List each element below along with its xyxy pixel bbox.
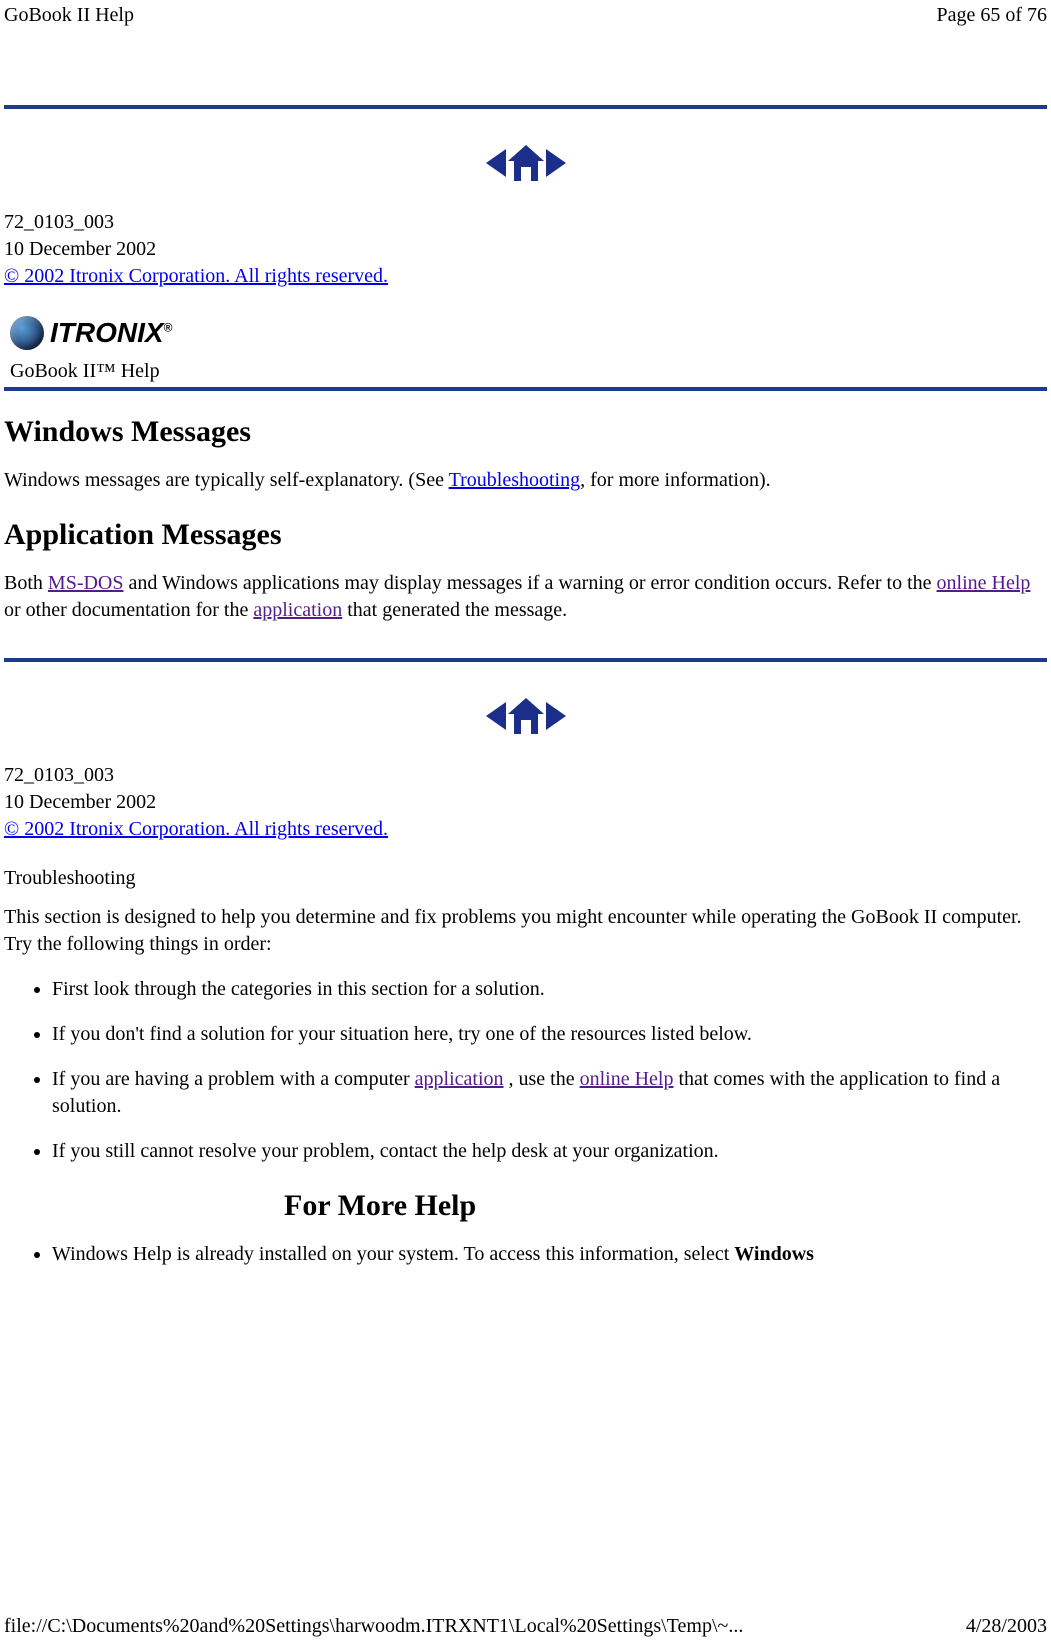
nav-prev-icon[interactable]: [486, 702, 506, 730]
doc-number-2: 72_0103_003: [4, 762, 1047, 789]
page-header: GoBook II Help Page 65 of 76: [0, 0, 1051, 27]
doc-number: 72_0103_003: [4, 209, 1047, 236]
globe-icon: [10, 316, 44, 350]
help-subheading: GoBook II™ Help: [10, 360, 1047, 383]
application-link[interactable]: application: [253, 599, 342, 621]
troubleshooting-intro: This section is designed to help you det…: [4, 904, 1047, 958]
doc-date-2: 10 December 2002: [4, 789, 1047, 816]
doc-meta-block: 72_0103_003 10 December 2002 © 2002 Itro…: [4, 209, 1047, 290]
online-help-link-2[interactable]: online Help: [580, 1068, 674, 1090]
heading-application-messages: Application Messages: [4, 518, 1047, 552]
online-help-link[interactable]: online Help: [937, 572, 1031, 594]
nav-prev-icon[interactable]: [486, 149, 506, 177]
doc-meta-block-2: 72_0103_003 10 December 2002 © 2002 Itro…: [4, 762, 1047, 843]
list-item: If you still cannot resolve your problem…: [52, 1138, 1047, 1165]
header-page-info: Page 65 of 76: [936, 4, 1047, 27]
troubleshooting-link[interactable]: Troubleshooting: [449, 469, 581, 491]
nav-icons-bottom: [4, 694, 1047, 738]
page-footer: file://C:\Documents%20and%20Settings\har…: [4, 1615, 1047, 1638]
application-link-2[interactable]: application: [415, 1068, 504, 1090]
list-item: First look through the categories in thi…: [52, 976, 1047, 1003]
troubleshooting-label: Troubleshooting: [4, 865, 1047, 892]
nav-home-icon[interactable]: [508, 698, 544, 734]
divider: [4, 658, 1047, 662]
heading-for-more-help: For More Help: [284, 1189, 1047, 1223]
windows-messages-paragraph: Windows messages are typically self-expl…: [4, 467, 1047, 494]
brand-logo: ITRONIX®: [4, 316, 1047, 350]
copyright-link[interactable]: © 2002 Itronix Corporation. All rights r…: [4, 265, 388, 287]
heading-windows-messages: Windows Messages: [4, 415, 1047, 449]
nav-home-icon[interactable]: [508, 145, 544, 181]
nav-next-icon[interactable]: [546, 702, 566, 730]
doc-date: 10 December 2002: [4, 236, 1047, 263]
nav-icon-group: [466, 694, 586, 738]
header-title: GoBook II Help: [4, 4, 134, 27]
copyright-link-2[interactable]: © 2002 Itronix Corporation. All rights r…: [4, 818, 388, 840]
windows-bold: Windows: [734, 1243, 814, 1265]
divider: [4, 105, 1047, 109]
msdos-link[interactable]: MS-DOS: [48, 572, 124, 594]
divider: [4, 387, 1047, 391]
footer-path: file://C:\Documents%20and%20Settings\har…: [4, 1615, 743, 1638]
list-item: If you are having a problem with a compu…: [52, 1066, 1047, 1120]
footer-date: 4/28/2003: [966, 1615, 1047, 1638]
application-messages-paragraph: Both MS-DOS and Windows applications may…: [4, 570, 1047, 624]
nav-icons-top: [4, 141, 1047, 185]
nav-next-icon[interactable]: [546, 149, 566, 177]
more-help-list: Windows Help is already installed on you…: [4, 1241, 1047, 1268]
list-item: Windows Help is already installed on you…: [52, 1241, 1047, 1268]
nav-icon-group: [466, 141, 586, 185]
list-item: If you don't find a solution for your si…: [52, 1021, 1047, 1048]
brand-text: ITRONIX®: [50, 317, 172, 349]
troubleshooting-list: First look through the categories in thi…: [4, 976, 1047, 1165]
